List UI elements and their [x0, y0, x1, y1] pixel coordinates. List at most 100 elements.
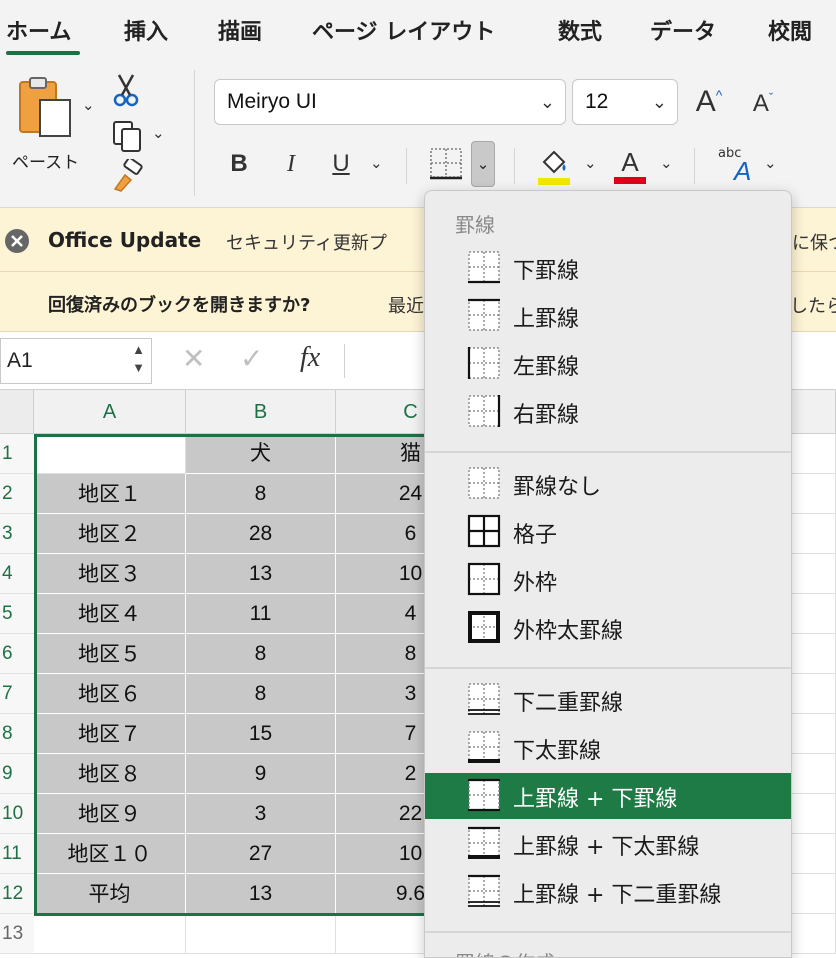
cell-b13[interactable]	[186, 914, 336, 954]
cell-b7[interactable]: 8	[186, 674, 336, 714]
menu-item-top-border[interactable]: 上罫線	[425, 293, 791, 339]
tab-home[interactable]: ホーム	[6, 14, 71, 46]
italic-button[interactable]: I	[276, 146, 306, 182]
cell-b8[interactable]: 15	[186, 714, 336, 754]
cell-b1[interactable]: 犬	[186, 434, 336, 474]
menu-item-bottom-border[interactable]: 下罫線	[425, 245, 791, 291]
column-header-b[interactable]: B	[186, 390, 336, 434]
top-and-bottom-border-icon	[468, 778, 500, 812]
row-header-13[interactable]: 13	[0, 914, 34, 954]
font-name-value: Meiryo UI	[227, 90, 317, 113]
borders-button[interactable]: ⌄	[423, 141, 495, 187]
row-header-8[interactable]: 8	[0, 714, 34, 754]
row-header-1[interactable]: 1	[0, 434, 34, 474]
cell-b5[interactable]: 11	[186, 594, 336, 634]
name-box-spinner-icon[interactable]: ▲ ▼	[132, 341, 145, 377]
row-header-6[interactable]: 6	[0, 634, 34, 674]
cell-a10[interactable]: 地区９	[34, 794, 186, 834]
cancel-icon[interactable]: ✕	[182, 342, 205, 375]
cell-a9[interactable]: 地区８	[34, 754, 186, 794]
row-header-10[interactable]: 10	[0, 794, 34, 834]
cell-a11[interactable]: 地区１０	[34, 834, 186, 874]
message-title: Office Update	[48, 228, 202, 252]
font-size-select[interactable]: 12 ⌄	[572, 79, 678, 125]
fill-color-button[interactable]	[536, 146, 572, 186]
increase-font-size-button[interactable]: A^	[692, 80, 726, 124]
tab-formulas[interactable]: 数式	[558, 14, 602, 46]
cell-b9[interactable]: 9	[186, 754, 336, 794]
tab-draw[interactable]: 描画	[218, 14, 262, 46]
menu-item-thick-bottom-border[interactable]: 下太罫線	[425, 725, 791, 771]
select-all-corner[interactable]	[0, 390, 34, 434]
cell-a3[interactable]: 地区２	[34, 514, 186, 554]
cell-b6[interactable]: 8	[186, 634, 336, 674]
chevron-down-icon[interactable]: ⌄	[82, 96, 95, 114]
chevron-down-icon[interactable]: ⌄	[764, 154, 777, 172]
row-header-9[interactable]: 9	[0, 754, 34, 794]
row-header-3[interactable]: 3	[0, 514, 34, 554]
copy-button[interactable]	[108, 118, 148, 154]
row-header-2[interactable]: 2	[0, 474, 34, 514]
cell-a6[interactable]: 地区５	[34, 634, 186, 674]
cell-a2[interactable]: 地区１	[34, 474, 186, 514]
insert-function-icon[interactable]: fx	[300, 342, 320, 374]
text-orientation-button[interactable]: abc A	[716, 144, 758, 188]
menu-item-outside-borders[interactable]: 外枠	[425, 557, 791, 603]
cell-b12[interactable]: 13	[186, 874, 336, 914]
cell-a7[interactable]: 地区６	[34, 674, 186, 714]
cell-b10[interactable]: 3	[186, 794, 336, 834]
enter-icon[interactable]: ✓	[240, 342, 263, 375]
column-header-a[interactable]: A	[34, 390, 186, 434]
cell-b11[interactable]: 27	[186, 834, 336, 874]
menu-item-no-border[interactable]: 罫線なし	[425, 461, 791, 507]
tab-page-layout[interactable]: ページ レイアウト	[312, 14, 495, 46]
menu-item-top-and-double-bottom-border[interactable]: 上罫線 + 下二重罫線	[425, 869, 791, 915]
cell-a12[interactable]: 平均	[34, 874, 186, 914]
row-header-11[interactable]: 11	[0, 834, 34, 874]
borders-dropdown-toggle[interactable]: ⌄	[471, 141, 495, 187]
cell-b3[interactable]: 28	[186, 514, 336, 554]
menu-item-all-borders[interactable]: 格子	[425, 509, 791, 555]
row-header-12[interactable]: 12	[0, 874, 34, 914]
bold-button[interactable]: B	[224, 146, 254, 182]
cell-b2[interactable]: 8	[186, 474, 336, 514]
menu-item-label: 上罫線 + 下罫線	[513, 787, 678, 812]
cell-a8[interactable]: 地区７	[34, 714, 186, 754]
format-painter-button[interactable]	[108, 158, 148, 194]
chevron-down-icon[interactable]: ⌄	[584, 154, 597, 172]
chevron-down-icon[interactable]: ⌄	[370, 154, 383, 172]
tab-data[interactable]: データ	[650, 14, 716, 46]
menu-separator	[425, 451, 791, 453]
row-header-5[interactable]: 5	[0, 594, 34, 634]
row-header-7[interactable]: 7	[0, 674, 34, 714]
recovery-question: 回復済みのブックを開きますか?	[48, 295, 311, 316]
cell-b4[interactable]: 13	[186, 554, 336, 594]
menu-item-left-border[interactable]: 左罫線	[425, 341, 791, 387]
cut-button[interactable]	[110, 72, 142, 108]
cell-a13[interactable]	[34, 914, 186, 954]
chevron-down-icon[interactable]: ⌄	[152, 124, 165, 142]
cell-a4[interactable]: 地区３	[34, 554, 186, 594]
menu-item-top-and-thick-bottom-border[interactable]: 上罫線 + 下太罫線	[425, 821, 791, 867]
menu-item-bottom-double-border[interactable]: 下二重罫線	[425, 677, 791, 723]
chevron-down-icon[interactable]: ⌄	[660, 154, 673, 172]
font-name-select[interactable]: Meiryo UI ⌄	[214, 79, 566, 125]
right-border-icon	[468, 395, 501, 427]
menu-item-right-border[interactable]: 右罫線	[425, 389, 791, 435]
chevron-down-icon: ⌄	[476, 155, 490, 173]
cell-a1[interactable]	[34, 434, 186, 474]
ribbon-separator	[406, 148, 407, 184]
cell-a5[interactable]: 地区４	[34, 594, 186, 634]
font-color-button[interactable]: A	[612, 144, 648, 186]
menu-item-top-and-bottom-border[interactable]: 上罫線 + 下罫線	[425, 773, 791, 819]
tab-review[interactable]: 校閲	[768, 14, 812, 46]
tab-insert[interactable]: 挿入	[124, 14, 168, 46]
row-header-4[interactable]: 4	[0, 554, 34, 594]
decrease-font-size-button[interactable]: Aˇ	[746, 84, 780, 124]
bottom-double-border-icon	[468, 683, 500, 715]
underline-button[interactable]: U	[326, 146, 356, 182]
name-box[interactable]: A1 ▲ ▼	[0, 338, 152, 384]
close-circle-icon[interactable]	[4, 228, 30, 254]
menu-item-thick-box-border[interactable]: 外枠太罫線	[425, 605, 791, 651]
top-border-icon	[468, 298, 500, 331]
